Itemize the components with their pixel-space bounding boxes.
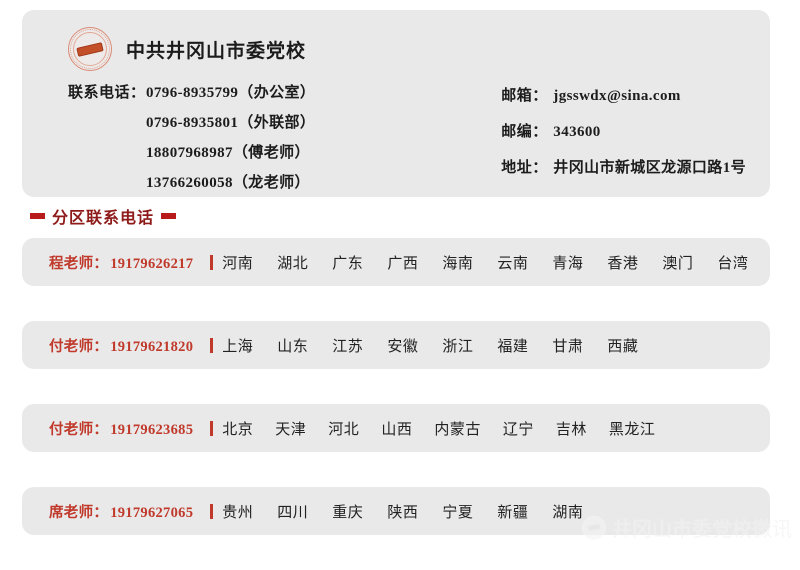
teacher-name: 席老师：	[49, 504, 109, 521]
email-value: jgsswdx@sina.com	[553, 88, 681, 104]
province-item: 浙江	[442, 337, 474, 355]
province-item: 安徽	[387, 337, 419, 355]
province-item: 河南	[222, 254, 254, 272]
province-item: 贵州	[222, 503, 254, 521]
page-title: 中共井冈山市委党校	[126, 40, 307, 62]
teacher-name: 付老师：	[49, 421, 109, 438]
province-item: 澳门	[662, 254, 694, 272]
teacher-name: 程老师：	[49, 255, 109, 272]
province-item: 福建	[497, 337, 529, 355]
email-label: 邮箱：	[501, 88, 548, 104]
province-item: 广西	[387, 254, 419, 272]
contact-details: 联系电话： 0796-8935799 （办公室） 联系电话： 0796-8935…	[46, 78, 746, 198]
province-item: 四川	[277, 503, 309, 521]
phone-note: （办公室）	[238, 85, 316, 101]
contact-email-row: 邮箱： jgsswdx@sina.com	[501, 78, 746, 114]
region-provinces: 河南 湖北 广东 广西 海南 云南 青海 香港 澳门 台湾	[222, 252, 748, 273]
province-item: 黑龙江	[608, 420, 656, 438]
address-value: 井冈山市新城区龙源口路1号	[553, 160, 746, 176]
contact-phone-row: 联系电话： 18807968987 （傅老师）	[68, 138, 465, 168]
province-item: 台湾	[717, 254, 749, 272]
contact-phone-column: 联系电话： 0796-8935799 （办公室） 联系电话： 0796-8935…	[46, 78, 465, 198]
province-item: 北京	[222, 420, 254, 438]
phone-note: （龙老师）	[232, 175, 310, 191]
contact-phone-row: 联系电话： 0796-8935801 （外联部）	[68, 108, 465, 138]
province-item: 江苏	[332, 337, 364, 355]
divider-bar-icon	[210, 337, 214, 353]
phone-number: 13766260058	[146, 175, 233, 191]
phone-label: 联系电话：	[68, 85, 146, 101]
province-item: 山东	[277, 337, 309, 355]
contact-address-row: 地址： 井冈山市新城区龙源口路1号	[501, 150, 746, 186]
teacher-phone[interactable]: 19179621820	[110, 339, 193, 355]
section-heading-label: 分区联系电话	[52, 210, 155, 227]
province-item: 内蒙古	[434, 420, 481, 438]
province-item: 上海	[222, 337, 254, 355]
region-teacher: 席老师： 19179627065	[49, 501, 193, 522]
region-provinces: 贵州 四川 重庆 陕西 宁夏 新疆 湖南	[222, 501, 583, 522]
region-teacher: 付老师： 19179621820	[49, 335, 193, 356]
province-item: 辽宁	[502, 420, 534, 438]
contact-postcode-row: 邮编： 343600	[501, 114, 746, 150]
contact-phone-row: 联系电话： 0796-8935799 （办公室）	[68, 78, 465, 108]
region-row: 程老师： 19179626217 河南 湖北 广东 广西 海南 云南 青海 香港 …	[22, 238, 770, 286]
contact-card: 中共井冈山市委党校 联系电话： 0796-8935799 （办公室） 联系电话：…	[22, 10, 770, 197]
dash-icon	[30, 213, 45, 219]
phone-number: 0796-8935801	[146, 115, 239, 131]
teacher-phone[interactable]: 19179623685	[110, 422, 193, 438]
region-row: 付老师： 19179621820 上海 山东 江苏 安徽 浙江 福建 甘肃 西藏	[22, 321, 770, 369]
province-item: 重庆	[332, 503, 364, 521]
address-label: 地址：	[501, 160, 548, 176]
province-item: 香港	[607, 254, 639, 272]
province-item: 吉林	[555, 420, 587, 438]
province-item: 西藏	[607, 337, 639, 355]
region-teacher: 程老师： 19179626217	[49, 252, 193, 273]
province-item: 湖南	[552, 503, 584, 521]
contact-info-column: 邮箱： jgsswdx@sina.com 邮编： 343600 地址： 井冈山市…	[465, 78, 746, 198]
divider-bar-icon	[210, 503, 214, 519]
region-teacher: 付老师： 19179623685	[49, 418, 193, 439]
region-provinces: 上海 山东 江苏 安徽 浙江 福建 甘肃 西藏	[222, 335, 638, 356]
phone-note: （外联部）	[238, 115, 316, 131]
province-item: 青海	[552, 254, 584, 272]
province-item: 天津	[275, 420, 307, 438]
province-item: 陕西	[387, 503, 419, 521]
dash-icon	[161, 213, 177, 219]
region-row: 席老师： 19179627065 贵州 四川 重庆 陕西 宁夏 新疆 湖南	[22, 487, 770, 535]
region-row: 付老师： 19179623685 北京 天津 河北 山西 内蒙古 辽宁 吉林 黑龙…	[22, 404, 770, 452]
phone-number: 0796-8935799	[146, 85, 239, 101]
province-item: 河北	[328, 420, 360, 438]
province-item: 湖北	[277, 254, 309, 272]
school-seal-icon	[68, 27, 112, 71]
school-header: 中共井冈山市委党校	[46, 24, 746, 74]
province-item: 云南	[497, 254, 529, 272]
province-item: 甘肃	[552, 337, 584, 355]
phone-number: 18807968987	[146, 145, 233, 161]
teacher-phone[interactable]: 19179626217	[110, 256, 193, 272]
postcode-value: 343600	[553, 124, 601, 140]
teacher-phone[interactable]: 19179627065	[110, 505, 193, 521]
contact-phone-row: 联系电话： 13766260058 （龙老师）	[68, 168, 465, 198]
phone-note: （傅老师）	[232, 145, 310, 161]
postcode-label: 邮编：	[501, 124, 548, 140]
region-contact-list: 程老师： 19179626217 河南 湖北 广东 广西 海南 云南 青海 香港 …	[22, 238, 770, 570]
region-provinces: 北京 天津 河北 山西 内蒙古 辽宁 吉林 黑龙江	[222, 418, 655, 439]
province-item: 广东	[332, 254, 364, 272]
province-item: 海南	[442, 254, 474, 272]
province-item: 山西	[381, 420, 413, 438]
divider-bar-icon	[210, 254, 214, 270]
section-heading: 分区联系电话	[30, 204, 177, 228]
province-item: 宁夏	[442, 503, 474, 521]
province-item: 新疆	[497, 503, 529, 521]
divider-bar-icon	[210, 420, 214, 436]
teacher-name: 付老师：	[49, 338, 109, 355]
